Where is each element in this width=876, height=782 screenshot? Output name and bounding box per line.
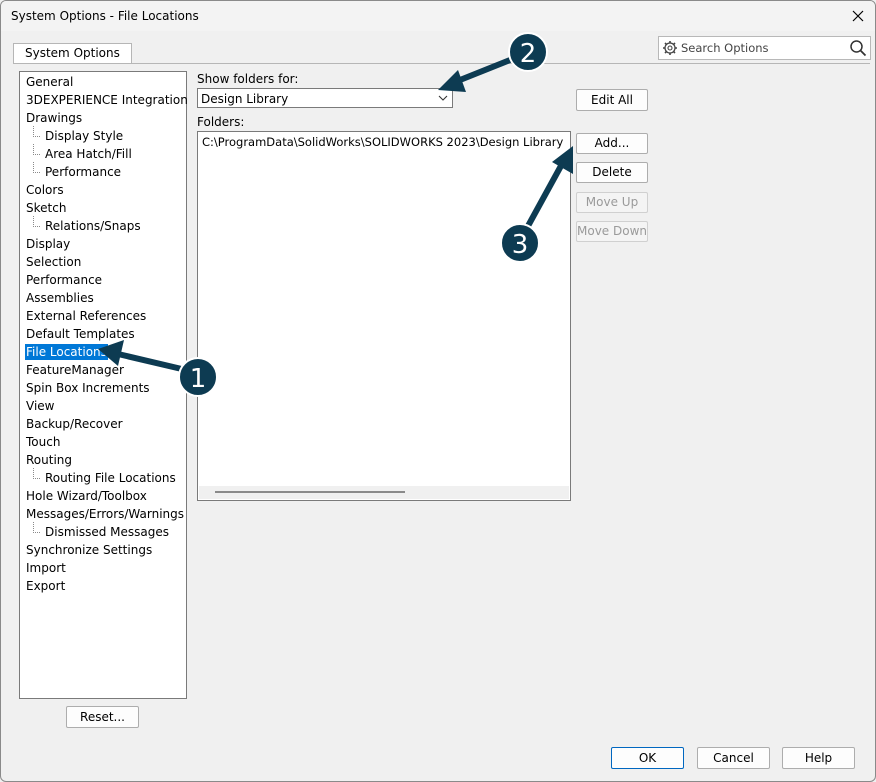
tree-connector xyxy=(33,144,40,155)
horizontal-scrollbar[interactable] xyxy=(199,486,569,499)
move-up-button[interactable]: Move Up xyxy=(576,192,648,213)
window-title: System Options - File Locations xyxy=(11,9,199,23)
help-button[interactable]: Help xyxy=(782,747,855,769)
folder-path-item[interactable]: C:\ProgramData\SolidWorks\SOLIDWORKS 202… xyxy=(202,135,563,149)
move-down-button[interactable]: Move Down xyxy=(576,221,648,242)
tree-connector xyxy=(33,126,40,137)
tree-item-selection[interactable]: Selection xyxy=(25,254,82,270)
options-tree[interactable]: General 3DEXPERIENCE Integration Drawing… xyxy=(19,71,189,699)
reset-button[interactable]: Reset... xyxy=(66,706,139,728)
add-button[interactable]: Add... xyxy=(576,133,648,154)
scrollbar-thumb[interactable] xyxy=(215,491,405,493)
tree-item-external-references[interactable]: External References xyxy=(25,308,147,324)
folders-label: Folders: xyxy=(197,115,245,129)
tree-item-spin-box-increments[interactable]: Spin Box Increments xyxy=(25,380,151,396)
tree-connector xyxy=(33,216,40,227)
tree-item-dismissed-messages[interactable]: Dismissed Messages xyxy=(44,524,170,540)
close-button[interactable] xyxy=(841,1,875,31)
tree-item-display-style[interactable]: Display Style xyxy=(44,128,124,144)
tree-item-import[interactable]: Import xyxy=(25,560,67,576)
tree-item-drawings-performance[interactable]: Performance xyxy=(44,164,122,180)
tree-connector xyxy=(33,162,40,173)
tree-item-view[interactable]: View xyxy=(25,398,55,414)
close-icon xyxy=(852,10,864,22)
tree-item-touch[interactable]: Touch xyxy=(25,434,61,450)
show-folders-value: Design Library xyxy=(201,92,289,106)
tree-item-colors[interactable]: Colors xyxy=(25,182,65,198)
system-options-dialog: System Options - File Locations System O… xyxy=(0,0,876,782)
chevron-down-icon xyxy=(438,95,448,101)
tree-item-export[interactable]: Export xyxy=(25,578,66,594)
tree-item-hole-wizard-toolbox[interactable]: Hole Wizard/Toolbox xyxy=(25,488,148,504)
tree-item-routing-file-locations[interactable]: Routing File Locations xyxy=(44,470,177,486)
tab-divider xyxy=(13,63,870,64)
delete-button[interactable]: Delete xyxy=(576,162,648,183)
tree-item-general[interactable]: General xyxy=(25,74,74,90)
tree-item-display[interactable]: Display xyxy=(25,236,71,252)
gear-icon xyxy=(663,41,677,55)
show-folders-select[interactable]: Design Library xyxy=(197,88,453,108)
tree-item-3dexperience-integration[interactable]: 3DEXPERIENCE Integration xyxy=(25,92,189,108)
search-input[interactable]: Search Options xyxy=(681,41,769,55)
tree-item-area-hatch-fill[interactable]: Area Hatch/Fill xyxy=(44,146,133,162)
tree-item-drawings[interactable]: Drawings xyxy=(25,110,83,126)
tree-item-routing[interactable]: Routing xyxy=(25,452,73,468)
tree-connector xyxy=(33,522,40,533)
tree-connector xyxy=(33,468,40,479)
search-icon[interactable] xyxy=(849,39,867,57)
title-bar: System Options - File Locations xyxy=(1,1,875,31)
tree-item-messages-errors-warnings[interactable]: Messages/Errors/Warnings xyxy=(25,506,185,522)
tree-item-relations-snaps[interactable]: Relations/Snaps xyxy=(44,218,142,234)
ok-button[interactable]: OK xyxy=(611,747,684,769)
tree-item-backup-recover[interactable]: Backup/Recover xyxy=(25,416,124,432)
tree-item-assemblies[interactable]: Assemblies xyxy=(25,290,95,306)
tree-item-featuremanager[interactable]: FeatureManager xyxy=(25,362,125,378)
tab-system-options[interactable]: System Options xyxy=(13,43,132,64)
search-options-box[interactable]: Search Options xyxy=(658,36,871,60)
show-folders-label: Show folders for: xyxy=(197,72,299,86)
tree-item-default-templates[interactable]: Default Templates xyxy=(25,326,136,342)
tree-item-synchronize-settings[interactable]: Synchronize Settings xyxy=(25,542,153,558)
tree-item-file-locations[interactable]: File Locations xyxy=(25,344,108,360)
tree-item-performance[interactable]: Performance xyxy=(25,272,103,288)
tree-item-sketch[interactable]: Sketch xyxy=(25,200,67,216)
folders-list[interactable]: C:\ProgramData\SolidWorks\SOLIDWORKS 202… xyxy=(197,131,571,501)
edit-all-button[interactable]: Edit All xyxy=(576,89,648,111)
cancel-button[interactable]: Cancel xyxy=(697,747,770,769)
